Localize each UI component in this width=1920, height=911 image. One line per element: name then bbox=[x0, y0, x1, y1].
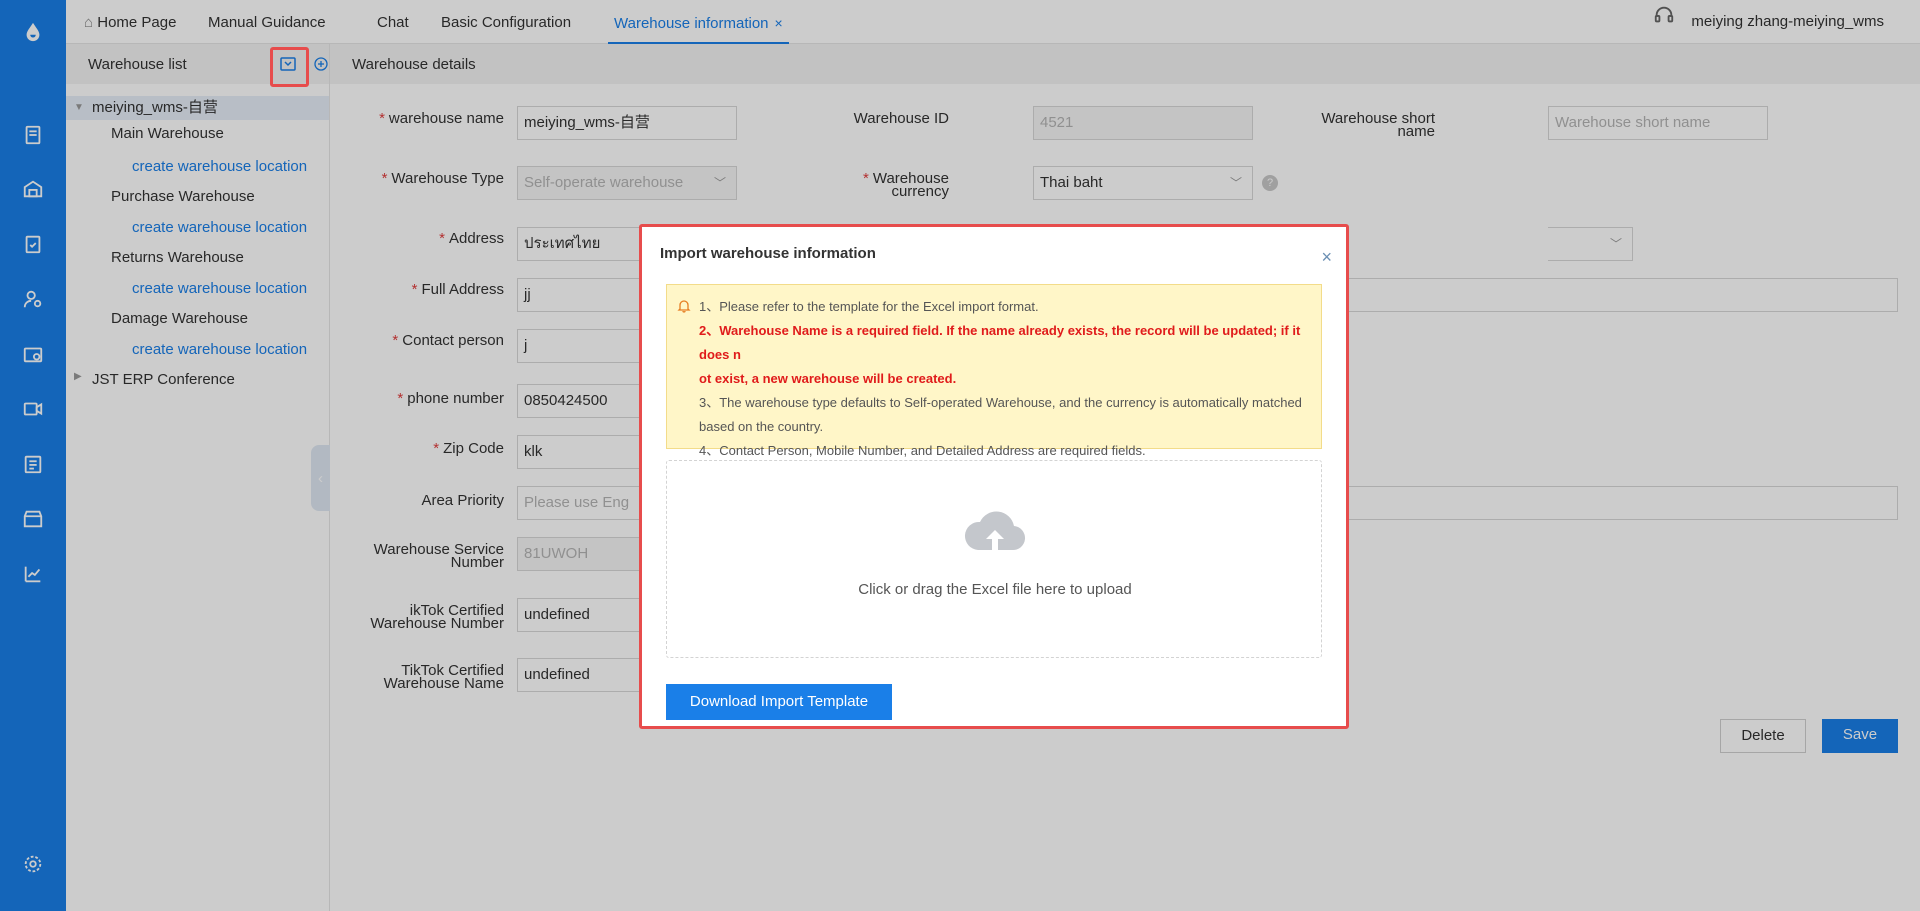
upload-dropzone[interactable]: Click or drag the Excel file here to upl… bbox=[666, 460, 1322, 658]
import-notice: 1、Please refer to the template for the E… bbox=[666, 284, 1322, 458]
notice-line-1: 1、Please refer to the template for the E… bbox=[699, 299, 1039, 314]
cloud-upload-icon bbox=[962, 506, 1028, 562]
bell-icon bbox=[677, 297, 691, 321]
download-template-button[interactable]: Download Import Template bbox=[666, 684, 892, 720]
notice-line-2b: ot exist, a new warehouse will be create… bbox=[699, 371, 957, 386]
upload-hint: Click or drag the Excel file here to upl… bbox=[858, 581, 1132, 598]
import-modal: Import warehouse information × 1、Please … bbox=[639, 224, 1349, 729]
notice-line-3: 3、The warehouse type defaults to Self-op… bbox=[699, 395, 1302, 410]
import-button-highlight bbox=[270, 47, 309, 87]
modal-title: Import warehouse information bbox=[660, 245, 876, 262]
notice-line-3b: based on the country. bbox=[699, 419, 824, 434]
close-icon[interactable]: × bbox=[1321, 247, 1332, 268]
notice-line-2: 2、Warehouse Name is a required field. If… bbox=[699, 323, 1301, 362]
